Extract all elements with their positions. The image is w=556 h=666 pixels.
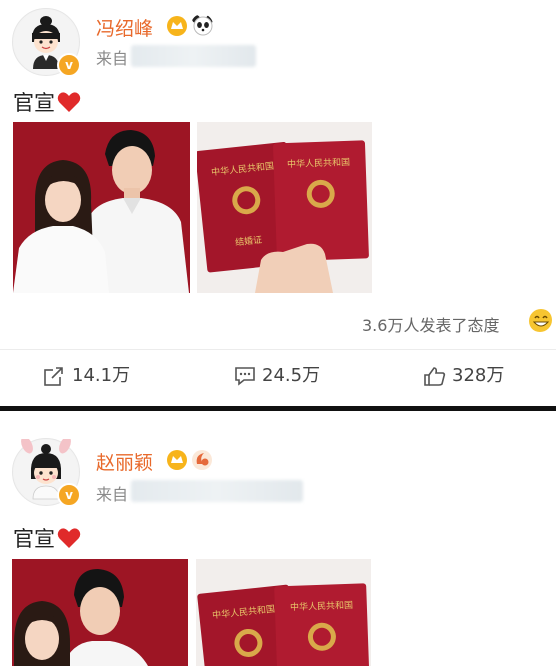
- comment-count: 24.5万: [262, 365, 321, 386]
- screenshot-separator: [0, 406, 556, 411]
- verified-badge-icon: v: [57, 53, 81, 77]
- source-label: 来自: [96, 49, 129, 68]
- marriage-certificates-photo[interactable]: 中华人民共和国 中华人民共和国 结婚证: [197, 122, 372, 293]
- divider: [0, 349, 556, 350]
- source-label: 来自: [96, 485, 129, 504]
- couple-photo[interactable]: [12, 559, 188, 666]
- like-button[interactable]: 328万: [424, 361, 534, 391]
- marriage-certificates-photo[interactable]: 中华人民共和国 中华人民共和国: [196, 559, 371, 666]
- certificate-title: 中华人民共和国: [286, 157, 351, 171]
- couple-photo-illustration: [13, 122, 190, 293]
- share-count: 14.1万: [72, 365, 131, 386]
- grin-emoji-icon: [529, 309, 552, 332]
- post-text: 官宣: [13, 523, 81, 553]
- moon-cake-icon: [192, 450, 212, 470]
- weibo-post-2: v 赵丽颖 来自 官宣 中华人民共和国 中华人民共和国: [0, 412, 556, 666]
- weibo-post-1: v 冯绍峰 来自 官宣 中华人民共和国 中华人民共和国 结婚证 3.6万人发表了…: [0, 0, 556, 400]
- comment-icon: [235, 367, 255, 386]
- blurred-source: [131, 45, 256, 67]
- couple-photo[interactable]: [13, 122, 190, 293]
- couple-photo-illustration: [12, 559, 188, 666]
- avatar[interactable]: v: [12, 8, 81, 77]
- heart-icon: [57, 92, 81, 112]
- post-text-label: 官宣: [13, 527, 55, 551]
- avatar[interactable]: v: [12, 438, 81, 507]
- like-icon: [424, 367, 446, 386]
- verified-badge-icon: v: [57, 483, 81, 507]
- reaction-summary[interactable]: 3.6万人发表了态度: [362, 312, 499, 336]
- post-text: 官宣: [13, 87, 81, 117]
- crown-badge-icon: [167, 450, 187, 470]
- post-text-label: 官宣: [13, 91, 55, 115]
- certificate-title: 中华人民共和国: [289, 600, 354, 614]
- share-button[interactable]: 14.1万: [44, 361, 154, 391]
- marriage-certificates-illustration: [197, 122, 372, 293]
- like-count: 328万: [452, 365, 505, 386]
- username[interactable]: 冯绍峰: [96, 14, 153, 41]
- blurred-source: [131, 480, 303, 502]
- action-bar: 14.1万 24.5万 328万: [0, 352, 556, 402]
- panda-icon: [192, 15, 213, 36]
- heart-icon: [57, 528, 81, 548]
- crown-badge-icon: [167, 16, 187, 36]
- share-icon: [44, 366, 64, 386]
- comment-button[interactable]: 24.5万: [234, 361, 344, 391]
- username[interactable]: 赵丽颖: [96, 448, 153, 475]
